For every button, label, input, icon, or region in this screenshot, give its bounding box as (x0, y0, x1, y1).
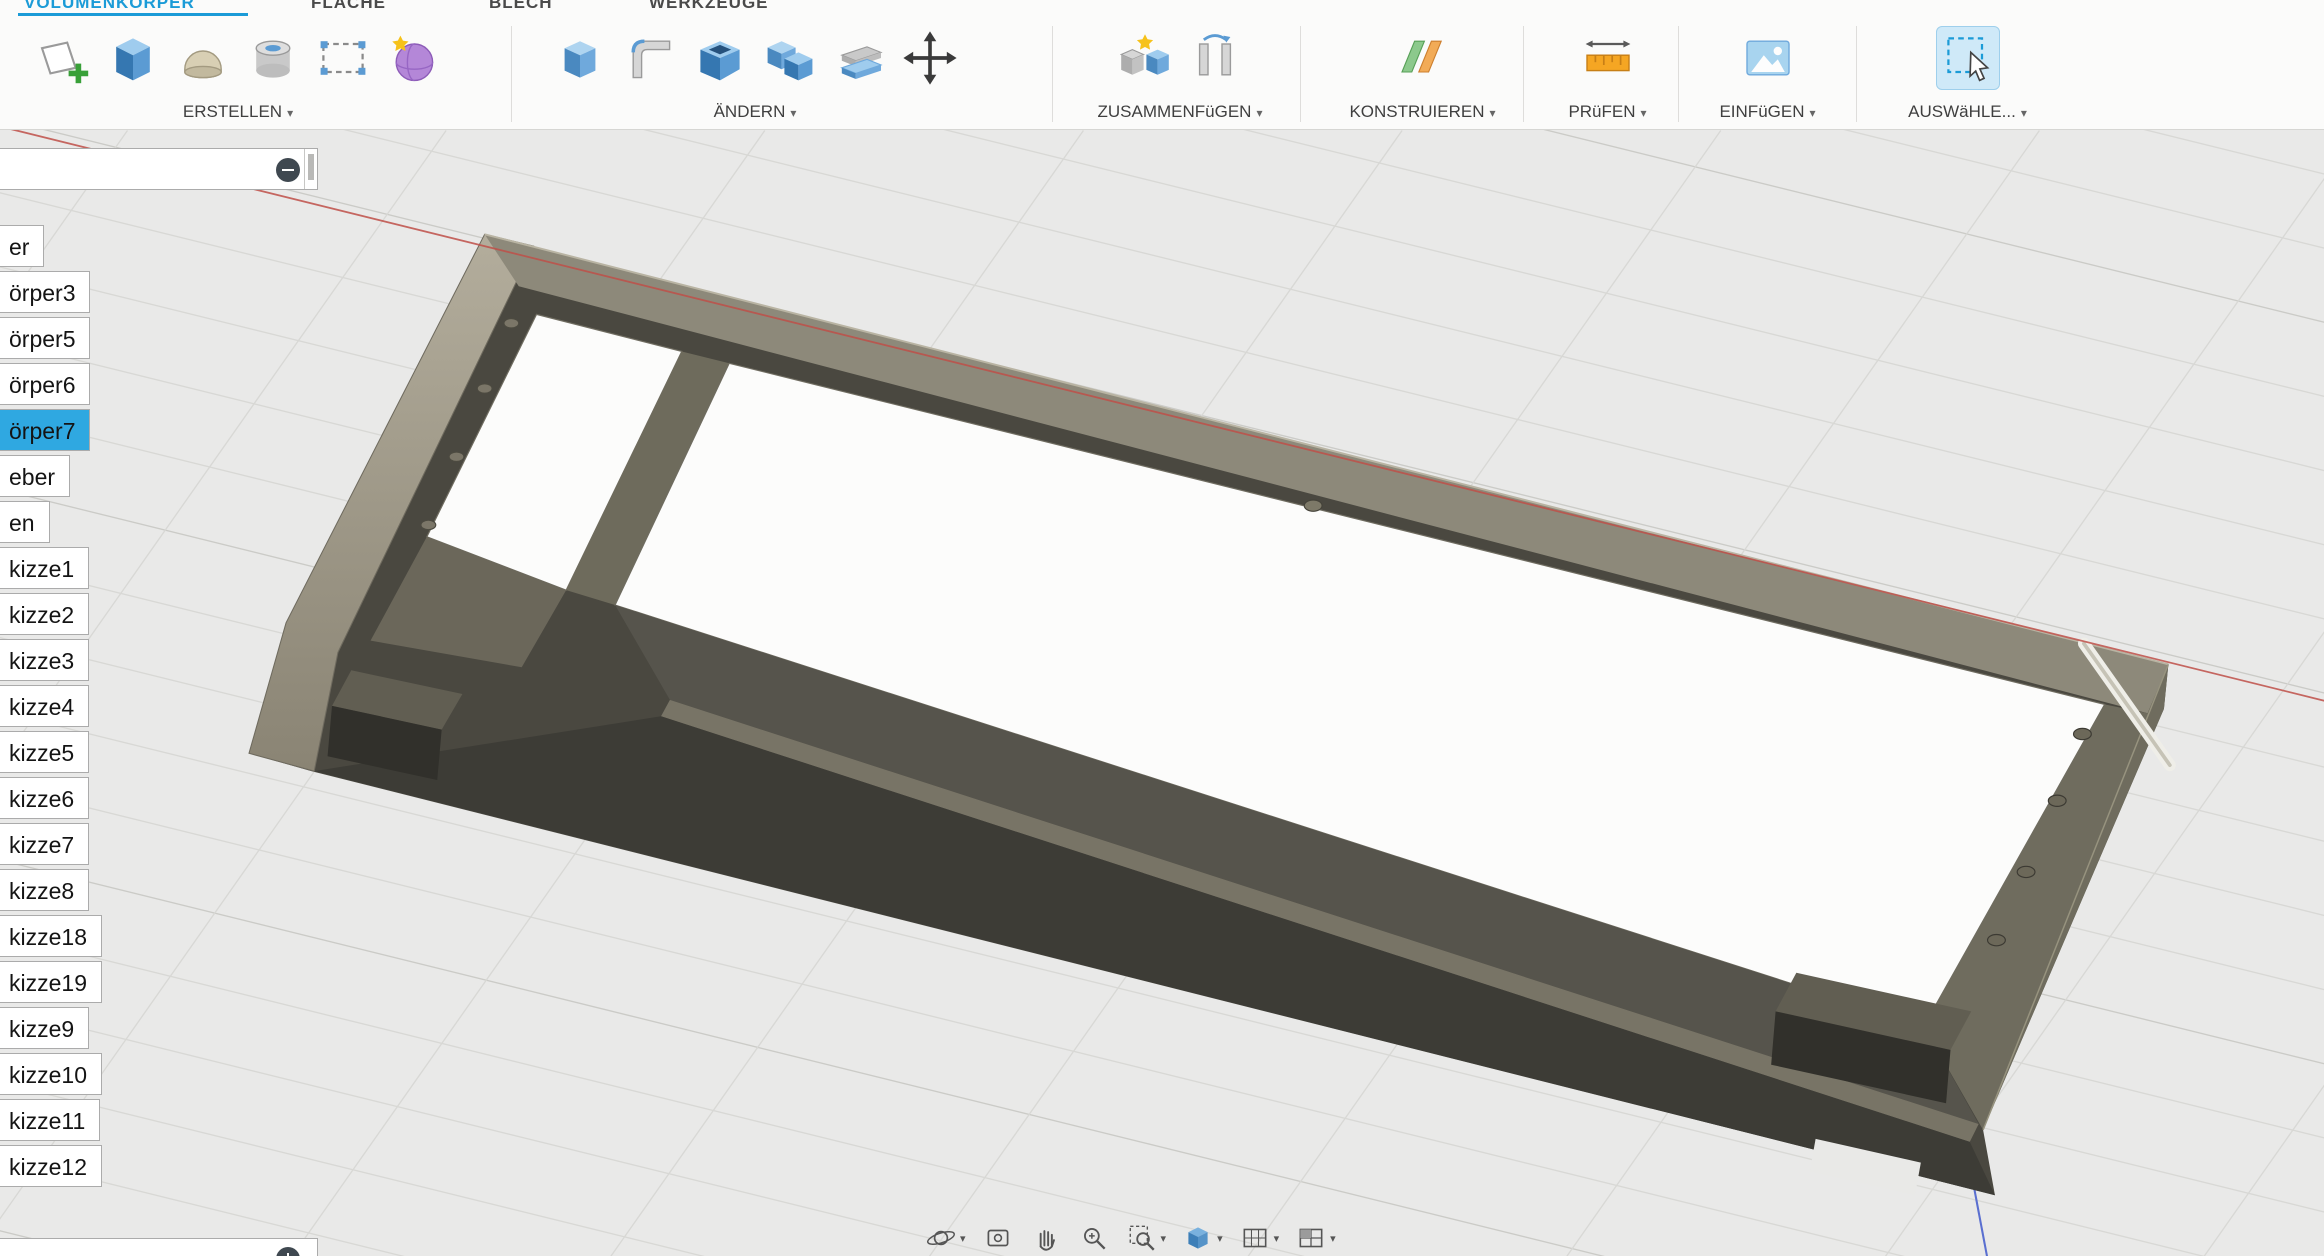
browser-row[interactable]: kizze18 (0, 915, 102, 957)
chevron-down-icon: ▾ (960, 1232, 966, 1245)
chevron-down-icon: ▾ (790, 106, 796, 120)
viewport-canvas[interactable] (0, 0, 2324, 1256)
orbit-icon[interactable]: ▾ (925, 1222, 966, 1254)
zusammenfuegen-dropdown[interactable]: ZUSAMMENFüGEN▾ (1098, 102, 1263, 122)
group-konstruieren: KONSTRUIEREN▾ (1330, 18, 1515, 126)
ribbon-tabs: VOLUMENKÖRPER FLÄCHE BLECH WERKZEUGE (0, 0, 2324, 17)
browser-row[interactable]: kizze6 (0, 777, 89, 819)
thicken-icon[interactable] (831, 29, 889, 87)
fit-zoom-icon[interactable]: ▾ (1126, 1222, 1167, 1254)
chevron-down-icon: ▾ (287, 106, 293, 120)
group-aendern: ÄNDERN▾ (525, 18, 985, 126)
move-icon[interactable] (901, 29, 959, 87)
browser-row[interactable]: kizze8 (0, 869, 89, 911)
toolbar-separator (1856, 26, 1857, 122)
insert-image-icon[interactable] (1739, 29, 1797, 87)
zoom-icon[interactable] (1078, 1222, 1110, 1254)
look-at-icon[interactable] (982, 1222, 1014, 1254)
browser-row[interactable]: kizze7 (0, 823, 89, 865)
display-settings-icon[interactable]: ▾ (1182, 1222, 1223, 1254)
pan-hand-icon[interactable] (1030, 1222, 1062, 1254)
browser-row[interactable]: kizze3 (0, 639, 89, 681)
active-tab-underline (18, 13, 248, 16)
browser-row-selected[interactable]: örper7 (0, 409, 90, 451)
tab-blech[interactable]: BLECH (489, 0, 553, 13)
chevron-down-icon: ▾ (1641, 106, 1647, 120)
create-sketch-icon[interactable] (34, 29, 92, 87)
toolbar-separator (1300, 26, 1301, 122)
browser-row[interactable]: kizze5 (0, 731, 89, 773)
revolve-icon[interactable] (174, 29, 232, 87)
main-toolbar: VOLUMENKÖRPER FLÄCHE BLECH WERKZEUGE (0, 0, 2324, 130)
scrollbar-thumb[interactable] (308, 154, 314, 180)
chevron-down-icon: ▾ (1161, 1232, 1167, 1245)
group-einfuegen: EINFüGEN▾ (1700, 18, 1835, 126)
viewports-icon[interactable]: ▾ (1295, 1222, 1336, 1254)
browser-row[interactable]: kizze10 (0, 1053, 102, 1095)
toolbar-separator (1052, 26, 1053, 122)
joint-icon[interactable] (1116, 29, 1174, 87)
toolbar-separator (1678, 26, 1679, 122)
construction-plane-icon[interactable] (1394, 29, 1452, 87)
group-zusammenfuegen: ZUSAMMENFüGEN▾ (1065, 18, 1295, 126)
toolbar-separator (511, 26, 512, 122)
measure-icon[interactable] (1579, 29, 1637, 87)
browser-row[interactable]: kizze12 (0, 1145, 102, 1187)
browser-row[interactable]: kizze2 (0, 593, 89, 635)
browser-row[interactable]: kizze9 (0, 1007, 89, 1049)
fillet-icon[interactable] (621, 29, 679, 87)
grid-display-icon[interactable]: ▾ (1239, 1222, 1280, 1254)
konstruieren-dropdown[interactable]: KONSTRUIEREN▾ (1349, 102, 1495, 122)
browser-scrollbar[interactable] (304, 149, 317, 189)
combine-icon[interactable] (761, 29, 819, 87)
press-pull-icon[interactable] (551, 29, 609, 87)
group-pruefen: PRüFEN▾ (1540, 18, 1675, 126)
browser-row[interactable]: örper3 (0, 271, 90, 313)
chevron-down-icon: ▾ (1274, 1232, 1280, 1245)
chevron-down-icon: ▾ (1256, 106, 1262, 120)
create-form-icon[interactable] (384, 29, 442, 87)
align-icon[interactable] (1186, 29, 1244, 87)
browser-row[interactable]: eber (0, 455, 70, 497)
browser-panel-header (0, 148, 318, 190)
collapse-browser-icon[interactable] (276, 158, 300, 182)
extrude-icon[interactable] (104, 29, 162, 87)
group-auswaehlen: AUSWäHLE...▾ (1885, 18, 2050, 126)
cursor-arrow-icon (1970, 52, 1988, 80)
chevron-down-icon: ▾ (2021, 106, 2027, 120)
toolbar-separator (1523, 26, 1524, 122)
browser-row[interactable]: örper6 (0, 363, 90, 405)
browser-tree: er örper3 örper5 örper6 örper7 eber en k… (0, 225, 102, 1191)
erstellen-dropdown[interactable]: ERSTELLEN▾ (183, 102, 293, 122)
einfuegen-dropdown[interactable]: EINFüGEN▾ (1719, 102, 1815, 122)
expand-browser-icon[interactable] (276, 1247, 300, 1256)
browser-row[interactable]: er (0, 225, 44, 267)
select-button[interactable] (1936, 26, 2000, 90)
tab-werkzeuge[interactable]: WERKZEUGE (649, 0, 769, 13)
browser-row[interactable]: kizze1 (0, 547, 89, 589)
browser-row[interactable]: en (0, 501, 50, 543)
hole-icon[interactable] (244, 29, 302, 87)
browser-row[interactable]: kizze19 (0, 961, 102, 1003)
browser-row[interactable]: kizze11 (0, 1099, 100, 1141)
chevron-down-icon: ▾ (1490, 106, 1496, 120)
chevron-down-icon: ▾ (1217, 1232, 1223, 1245)
rectangular-pattern-icon[interactable] (314, 29, 372, 87)
tab-volumenkoerper[interactable]: VOLUMENKÖRPER (24, 0, 195, 13)
model-body[interactable] (249, 234, 2170, 1195)
tab-flaeche[interactable]: FLÄCHE (311, 0, 386, 13)
view-navigation-bar: ▾ ▾ ▾ ▾ ▾ (925, 1222, 1336, 1254)
chevron-down-icon: ▾ (1330, 1232, 1336, 1245)
browser-row[interactable]: kizze4 (0, 685, 89, 727)
browser-panel-footer (0, 1238, 318, 1256)
group-erstellen: ERSTELLEN▾ (8, 18, 468, 126)
auswaehlen-dropdown[interactable]: AUSWäHLE...▾ (1908, 102, 2027, 122)
browser-row[interactable]: örper5 (0, 317, 90, 359)
shell-icon[interactable] (691, 29, 749, 87)
pruefen-dropdown[interactable]: PRüFEN▾ (1568, 102, 1646, 122)
aendern-dropdown[interactable]: ÄNDERN▾ (714, 102, 797, 122)
chevron-down-icon: ▾ (1810, 106, 1816, 120)
